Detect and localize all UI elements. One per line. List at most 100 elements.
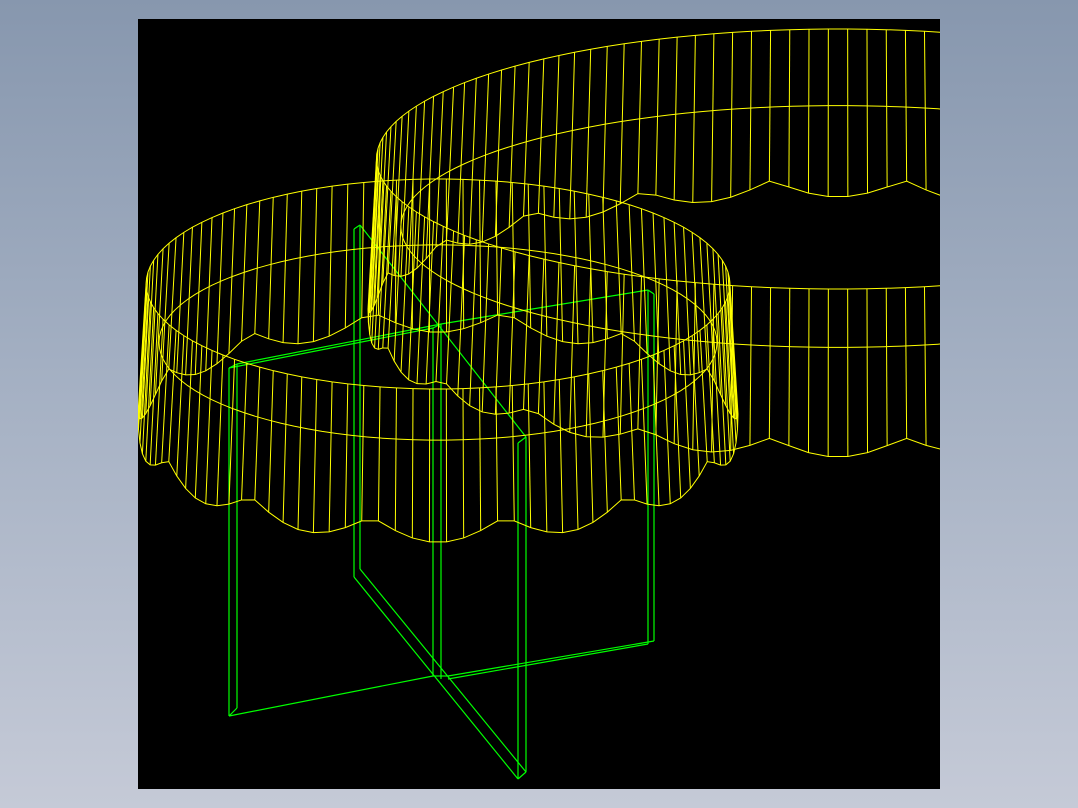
gear-facet-line	[328, 186, 333, 337]
gear-facet-line	[602, 46, 608, 213]
gear-facet-line	[411, 179, 414, 329]
frame-edge	[647, 289, 655, 295]
gear-facet-line	[885, 29, 888, 188]
gear-facet-line	[479, 387, 482, 531]
gear-facet-line	[619, 274, 625, 435]
gear-facet-line	[344, 383, 349, 528]
frame-edge	[517, 436, 527, 444]
gear-facet-line	[361, 182, 365, 318]
gear-facet-line	[640, 208, 648, 354]
frame-edge	[353, 576, 519, 780]
gear-facet-line	[711, 33, 715, 202]
gear-facet-line	[205, 217, 213, 371]
gear-facet-line	[537, 58, 545, 214]
gear-facet-line	[282, 373, 288, 523]
gear-facet-line	[400, 111, 410, 277]
gear-facet-line	[228, 359, 236, 505]
gear-facet-line	[553, 55, 560, 218]
gear-facet-line	[619, 43, 625, 204]
gear-facet-line	[768, 287, 772, 439]
gear-facet-line	[885, 288, 888, 446]
gear-facet-line	[573, 376, 579, 530]
gear-facet-line	[241, 363, 248, 500]
gear-facet-line	[446, 230, 455, 384]
gear-facet-line	[655, 39, 660, 196]
gear-facet-line	[673, 222, 682, 375]
frame-edge	[517, 771, 527, 780]
gear-facet-line	[663, 350, 671, 504]
gear-facet-line	[511, 385, 515, 521]
gear-facet-line	[312, 188, 318, 342]
gear-facet-line	[543, 381, 548, 532]
gear-facet-line	[205, 350, 213, 504]
gear-facet-line	[923, 31, 927, 190]
gear-facet-line	[807, 288, 810, 453]
gear-facet-line	[904, 30, 908, 182]
gear-facet-line	[411, 388, 414, 538]
gear-facet-line	[216, 354, 224, 506]
gear-facet-line	[361, 385, 365, 521]
gear-facet-line	[673, 345, 682, 498]
gear-facet-line	[866, 29, 869, 194]
gear-facet-line	[377, 386, 381, 521]
gear-facet-line	[558, 379, 564, 533]
gear-facet-line	[527, 383, 532, 528]
frame-edge	[228, 675, 434, 717]
gear-inner-rim	[400, 105, 940, 348]
gear-facet-line	[394, 387, 397, 531]
gear-facet-line	[807, 29, 810, 194]
frame-edge	[447, 643, 649, 680]
gear-facet-line	[400, 206, 410, 373]
gear-facet-line	[904, 287, 908, 439]
gear-facet-line	[328, 381, 333, 532]
gear-facet-line	[692, 35, 696, 203]
gear-facet-line	[663, 217, 671, 371]
frame-edge	[359, 568, 527, 773]
gear-facet-line	[481, 74, 490, 243]
gear-facet-line	[161, 324, 170, 463]
gear-facet-line	[569, 265, 576, 433]
gear-facet-line	[673, 37, 678, 201]
gear-facet-line	[495, 386, 499, 521]
frame-edge	[353, 224, 361, 230]
gear-facet-line	[446, 87, 455, 241]
wireframe-scene	[138, 28, 940, 780]
gear-facet-line	[749, 31, 753, 190]
gear-facet-line	[479, 180, 482, 323]
gear-facet-line	[637, 41, 642, 194]
gear-facet-line	[788, 29, 791, 188]
gear-facet-line	[749, 286, 753, 446]
gear-facet-line	[768, 30, 772, 182]
gear-facet-line	[553, 262, 560, 425]
gear-facet-line	[585, 49, 592, 218]
gear-facet-line	[268, 197, 274, 339]
gear-facet-line	[268, 370, 274, 513]
gear-facet-line	[481, 243, 490, 412]
gear-facet-line	[297, 191, 303, 344]
gear-facet-line	[194, 222, 203, 375]
cad-viewport[interactable]	[138, 19, 940, 789]
gear-facet-line	[254, 367, 261, 500]
frame-edge	[447, 640, 655, 677]
gear-facet-line	[469, 239, 477, 406]
gear-facet-line	[866, 288, 869, 453]
gear-facet-line	[462, 388, 465, 538]
gear-facet-line	[435, 91, 444, 247]
gear-facet-line	[462, 179, 465, 329]
gear-facet-line	[435, 226, 444, 382]
gear-facet-line	[602, 197, 608, 339]
gear-facet-line	[369, 148, 379, 313]
gear-facet-line	[537, 259, 545, 414]
gear-facet-line	[297, 376, 303, 530]
gear-facet-line	[344, 184, 349, 328]
gear-facet-line	[730, 32, 734, 198]
gear-facet-line	[543, 186, 548, 337]
gear-facet-line	[312, 379, 318, 533]
gear-facet-line	[228, 208, 236, 354]
gear-facet-line	[788, 288, 791, 446]
gear-facet-line	[923, 286, 927, 446]
gear-facet-line	[282, 194, 288, 343]
gear-facet-line	[216, 212, 224, 364]
frame-edge	[440, 289, 649, 325]
gear-facet-line	[602, 370, 608, 513]
